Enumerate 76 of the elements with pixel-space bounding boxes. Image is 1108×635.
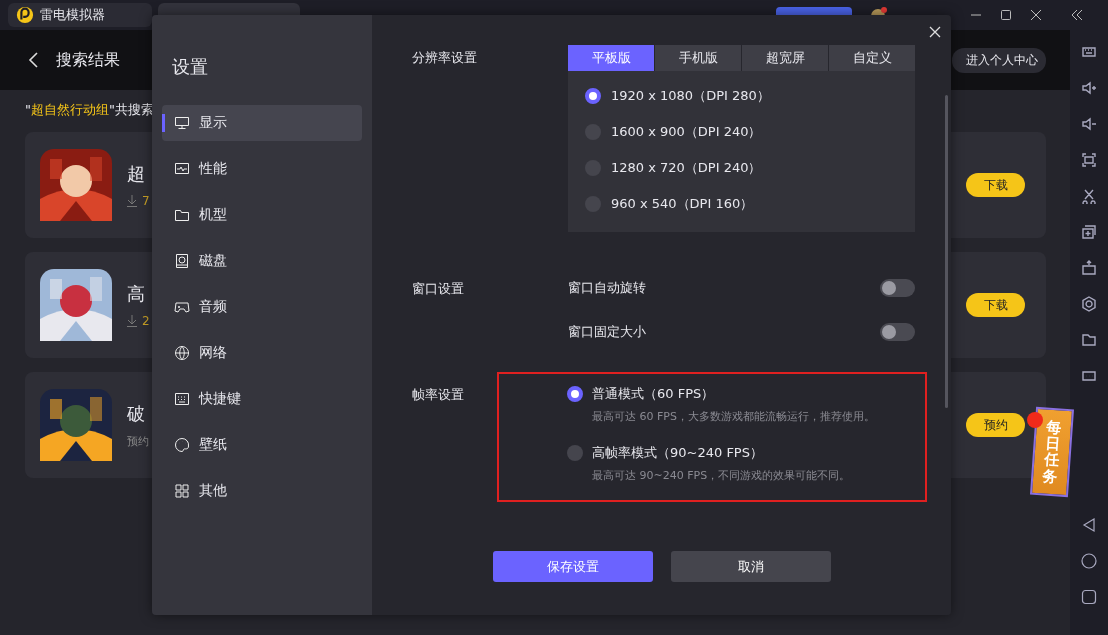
resolution-tab[interactable]: 手机版	[655, 45, 741, 71]
section-label: 窗口设置	[412, 280, 465, 298]
game-meta: 预约	[127, 433, 149, 449]
nav-item[interactable]: 性能	[162, 151, 362, 187]
resolution-tab[interactable]: 平板版	[568, 45, 654, 71]
game-title: 高	[127, 282, 146, 306]
back-triangle-icon[interactable]	[1081, 517, 1097, 533]
option-label: 1280 x 720（DPI 240）	[611, 159, 762, 177]
collapse-icon[interactable]	[1070, 9, 1084, 21]
download-icon	[127, 195, 137, 207]
nav-item[interactable]: 显示	[162, 105, 362, 141]
toggle-label: 窗口固定大小	[568, 323, 646, 341]
resolution-tab[interactable]: 超宽屏	[742, 45, 828, 71]
radio-button[interactable]	[585, 88, 601, 104]
option-description: 最高可达 60 FPS，大多数游戏都能流畅运行，推荐使用。	[592, 409, 876, 424]
grid-icon	[174, 483, 190, 499]
nav-item[interactable]: 壁纸	[162, 427, 362, 463]
keyboard-icon[interactable]	[1081, 44, 1097, 60]
save-button[interactable]: 保存设置	[492, 551, 653, 582]
toggle-label: 窗口自动旋转	[568, 279, 646, 297]
page-title: 搜索结果	[56, 49, 120, 71]
game-title: 破	[127, 401, 146, 426]
game-title: 超	[127, 162, 146, 186]
action-button[interactable]: 下载	[966, 293, 1025, 317]
gamepad-icon	[174, 299, 190, 315]
toggle-switch[interactable]	[880, 323, 915, 341]
cancel-button[interactable]: 取消	[670, 551, 831, 582]
maximize-icon[interactable]	[1000, 9, 1012, 21]
option-label: 1600 x 900（DPI 240）	[611, 123, 762, 141]
nav-item[interactable]: 其他	[162, 473, 362, 509]
home-circle-icon[interactable]	[1081, 553, 1097, 569]
game-meta: 7	[142, 194, 150, 208]
close-icon[interactable]	[1030, 9, 1042, 21]
section-label: 帧率设置	[412, 386, 465, 404]
volume-up-icon[interactable]	[1081, 80, 1097, 96]
monitor-icon	[174, 115, 190, 131]
profile-button[interactable]: 进入个人中心	[952, 47, 1046, 73]
palette-icon	[174, 437, 190, 453]
option-label: 高帧率模式（90~240 FPS）	[592, 444, 763, 462]
globe-icon	[174, 345, 190, 361]
folder-icon[interactable]	[1081, 332, 1097, 348]
option-description: 最高可达 90~240 FPS，不同游戏的效果可能不同。	[592, 468, 852, 483]
back-icon[interactable]	[28, 52, 38, 68]
screenshot-icon[interactable]	[1081, 152, 1097, 168]
apk-icon[interactable]	[1081, 260, 1097, 276]
scrollbar[interactable]	[945, 95, 948, 408]
scissors-icon[interactable]	[1081, 188, 1097, 204]
resolution-tab[interactable]: 自定义	[829, 45, 915, 71]
nav-item[interactable]: 快捷键	[162, 381, 362, 417]
pulse-icon	[174, 161, 190, 177]
app-tab[interactable]: 雷电模拟器	[8, 3, 152, 27]
nav-item[interactable]: 音频	[162, 289, 362, 325]
option-label: 1920 x 1080（DPI 280）	[611, 87, 770, 105]
volume-down-icon[interactable]	[1081, 116, 1097, 132]
nav-item[interactable]: 机型	[162, 197, 362, 233]
section-label: 分辨率设置	[412, 49, 478, 67]
close-icon[interactable]	[929, 26, 941, 38]
dialog-title: 设置	[171, 55, 209, 79]
more-icon[interactable]	[1081, 368, 1097, 384]
logo-icon	[16, 6, 34, 24]
nav-item[interactable]: 网络	[162, 335, 362, 371]
radio-button[interactable]	[567, 445, 583, 461]
add-window-icon[interactable]	[1081, 224, 1097, 240]
toggle-switch[interactable]	[880, 279, 915, 297]
option-label: 960 x 540（DPI 160）	[611, 195, 754, 213]
hexagon-icon[interactable]	[1081, 296, 1097, 312]
action-button[interactable]: 预约	[966, 413, 1025, 437]
action-button[interactable]: 下载	[966, 173, 1025, 197]
radio-button[interactable]	[567, 386, 583, 402]
download-icon	[127, 315, 137, 327]
folder-icon	[174, 207, 190, 223]
keyboard-icon	[174, 391, 190, 407]
game-meta: 2	[142, 314, 150, 328]
nav-item[interactable]: 磁盘	[162, 243, 362, 279]
recent-square-icon[interactable]	[1081, 589, 1097, 605]
option-label: 普通模式（60 FPS）	[592, 385, 715, 403]
